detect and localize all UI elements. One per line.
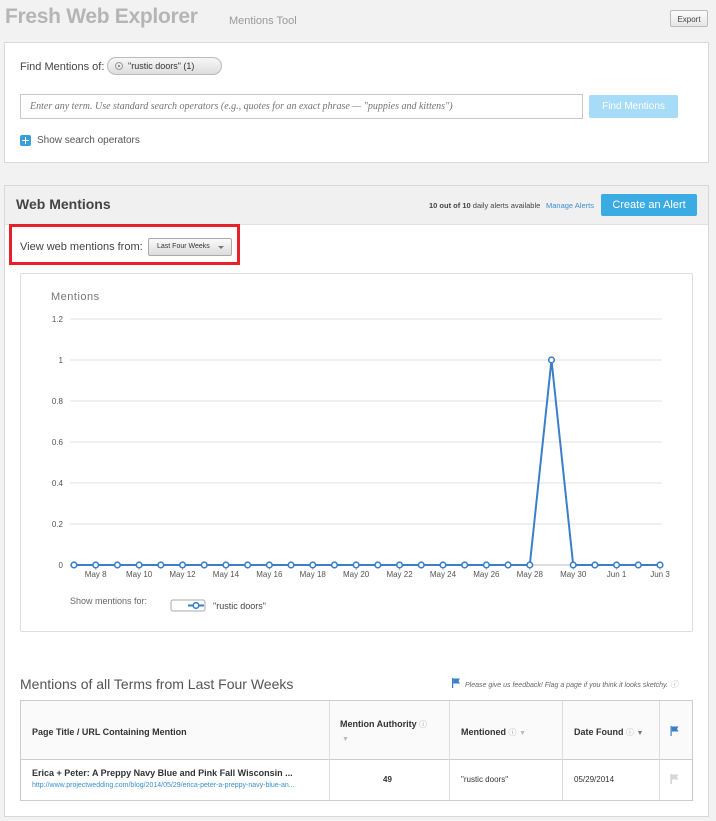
- flag-column-icon: [670, 726, 679, 736]
- data-point[interactable]: [157, 561, 165, 569]
- data-point[interactable]: [656, 561, 664, 569]
- y-tick-label: 1: [59, 356, 64, 365]
- data-point[interactable]: [395, 561, 404, 569]
- y-tick-label: 0.2: [52, 520, 64, 529]
- data-point[interactable]: [178, 561, 187, 569]
- create-alert-button[interactable]: Create an Alert: [601, 194, 697, 216]
- flag-icon: [452, 678, 460, 688]
- x-tick-label: May 28: [517, 570, 544, 579]
- remove-term-icon[interactable]: [115, 62, 123, 70]
- data-point[interactable]: [634, 561, 642, 569]
- legend-entry[interactable]: "rustic doors": [213, 601, 266, 611]
- data-point[interactable]: [200, 561, 208, 569]
- app-title: Fresh Web Explorer: [5, 5, 198, 28]
- x-tick-label: May 26: [473, 570, 500, 579]
- alerts-used-count: 10 out of 10: [429, 201, 471, 210]
- data-point[interactable]: [417, 561, 425, 569]
- x-tick-label: May 12: [169, 570, 196, 579]
- data-point[interactable]: [482, 561, 490, 569]
- data-point[interactable]: [92, 561, 100, 569]
- find-mentions-label: Find Mentions of:: [20, 61, 105, 73]
- mention-authority-value: 49: [383, 775, 392, 784]
- x-tick-label: May 22: [386, 570, 413, 579]
- mention-row-title-link[interactable]: Erica + Peter: A Preppy Navy Blue and Pi…: [32, 768, 293, 778]
- sort-caret-icon[interactable]: ▼: [519, 730, 526, 737]
- y-tick-label: 0.8: [52, 397, 64, 406]
- authority-label: Mention Authority: [340, 719, 417, 729]
- chart-title: Mentions: [51, 291, 100, 303]
- find-mentions-button[interactable]: Find Mentions: [589, 95, 678, 118]
- legend-swatch-marker: [192, 601, 200, 610]
- data-point[interactable]: [526, 561, 534, 569]
- feedback-label: Please give us feedback! Flag a page if …: [465, 682, 668, 689]
- x-tick-label: May 14: [213, 570, 240, 579]
- alerts-suffix: daily alerts available: [470, 201, 541, 210]
- mentioned-label: Mentioned: [461, 727, 506, 737]
- x-tick-label: May 16: [256, 570, 283, 579]
- y-tick-label: 0.6: [52, 438, 64, 447]
- data-point[interactable]: [222, 561, 230, 569]
- flag-page-icon[interactable]: [670, 774, 679, 784]
- y-tick-label: 1.2: [52, 315, 64, 324]
- manage-alerts-link[interactable]: Manage Alerts: [546, 201, 594, 210]
- mentioned-term-value: "rustic doors": [461, 775, 509, 784]
- alerts-available-text: 10 out of 10 daily alerts available: [429, 201, 540, 210]
- sort-caret-icon[interactable]: ▼: [637, 730, 644, 737]
- data-point[interactable]: [265, 561, 273, 569]
- data-point[interactable]: [330, 561, 339, 569]
- x-tick-label: May 10: [126, 570, 153, 579]
- app-subtitle: Mentions Tool: [229, 15, 297, 27]
- highlight-box: [9, 224, 240, 265]
- data-point[interactable]: [547, 356, 556, 364]
- info-icon[interactable]: ⓘ: [419, 720, 427, 729]
- x-tick-label: Jun 1: [607, 570, 627, 579]
- data-point[interactable]: [135, 561, 143, 569]
- legend-label: Show mentions for:: [70, 596, 147, 606]
- show-search-operators-link[interactable]: Show search operators: [37, 135, 140, 146]
- x-tick-label: May 8: [85, 570, 107, 579]
- column-header-date-found[interactable]: Date Found ⓘ ▼: [574, 727, 643, 738]
- info-icon[interactable]: ⓘ: [670, 680, 678, 689]
- expand-plus-icon[interactable]: [20, 135, 31, 146]
- x-tick-label: May 24: [430, 570, 457, 579]
- data-point[interactable]: [439, 561, 447, 569]
- column-header-authority[interactable]: Mention Authority ⓘ: [340, 719, 427, 730]
- x-tick-label: Jun 3: [650, 570, 670, 579]
- export-button[interactable]: Export: [670, 10, 708, 27]
- x-tick-label: May 18: [300, 570, 327, 579]
- data-point[interactable]: [244, 561, 252, 569]
- info-icon[interactable]: ⓘ: [626, 728, 634, 737]
- data-point[interactable]: [70, 561, 78, 569]
- series-line: [74, 359, 660, 566]
- info-icon[interactable]: ⓘ: [509, 728, 517, 737]
- web-mentions-title: Web Mentions: [16, 196, 111, 212]
- data-point[interactable]: [591, 561, 599, 569]
- feedback-text: Please give us feedback! Flag a page if …: [465, 679, 678, 690]
- y-tick-label: 0: [59, 561, 64, 570]
- sort-caret-icon[interactable]: ▼: [342, 736, 349, 743]
- data-point[interactable]: [113, 561, 122, 569]
- x-tick-label: May 30: [560, 570, 587, 579]
- data-point[interactable]: [287, 561, 295, 569]
- mention-row-url-link[interactable]: http://www.projectwedding.com/blog/2014/…: [32, 782, 295, 789]
- x-tick-label: May 20: [343, 570, 370, 579]
- data-point[interactable]: [612, 561, 621, 569]
- search-input[interactable]: [20, 94, 583, 119]
- term-chip[interactable]: "rustic doors" (1): [107, 57, 222, 75]
- y-tick-label: 0.4: [52, 479, 64, 488]
- mentions-table-title: Mentions of all Terms from Last Four Wee…: [20, 676, 294, 692]
- column-header-mentioned[interactable]: Mentioned ⓘ ▼: [461, 727, 526, 738]
- mentions-chart: Mentions 0 0.2 0.4 0.6 0.8 1 1.2 May 8 May 10 May …: [51, 291, 670, 612]
- date-found-label: Date Found: [574, 727, 624, 737]
- data-point[interactable]: [504, 561, 512, 569]
- date-found-value: 05/29/2014: [574, 775, 615, 784]
- data-point[interactable]: [569, 561, 577, 569]
- data-point[interactable]: [374, 561, 382, 569]
- data-point[interactable]: [309, 561, 317, 569]
- data-point[interactable]: [461, 561, 469, 569]
- data-point[interactable]: [352, 561, 360, 569]
- term-chip-label: "rustic doors" (1): [128, 61, 195, 71]
- column-header-page-title[interactable]: Page Title / URL Containing Mention: [32, 727, 187, 737]
